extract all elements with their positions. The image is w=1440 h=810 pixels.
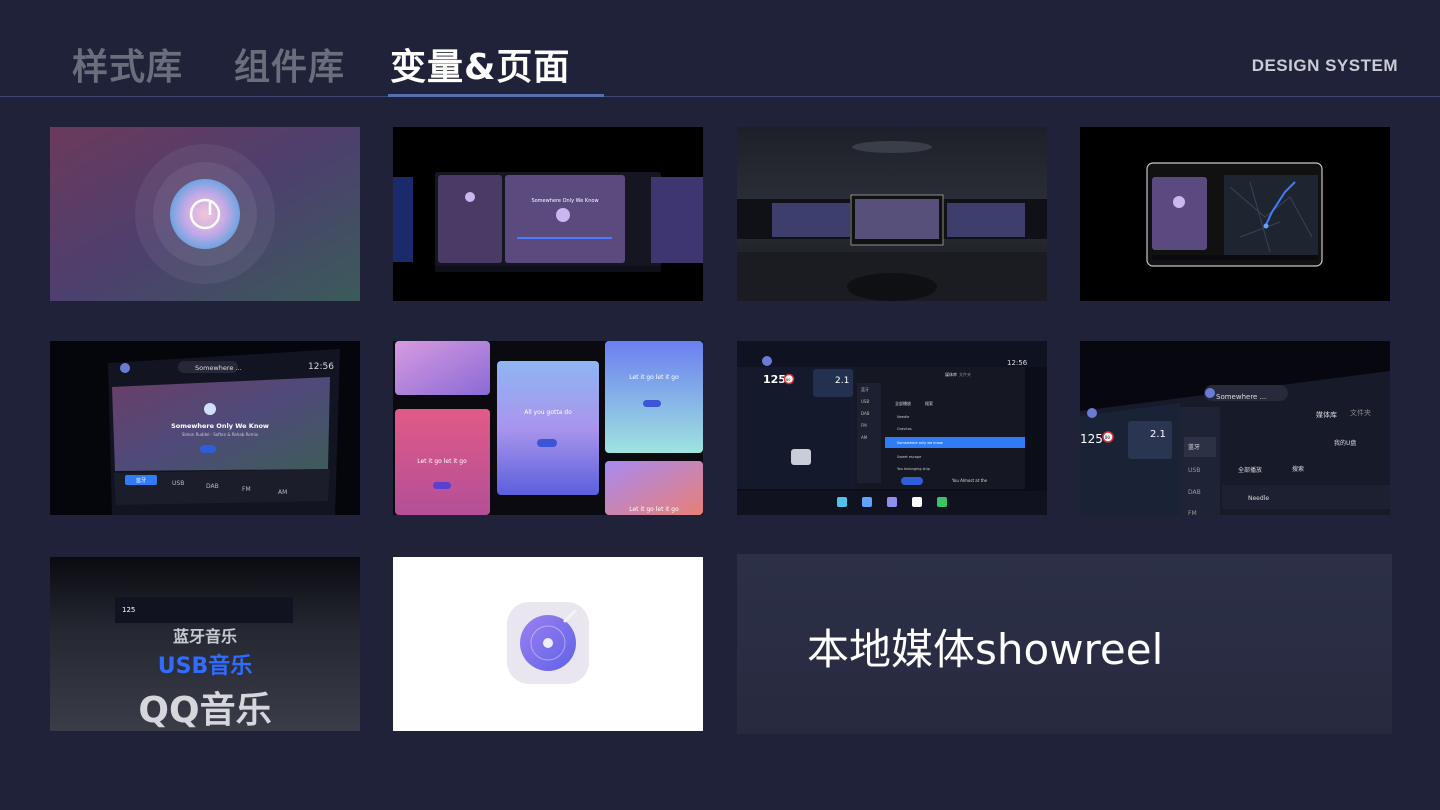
menu-fm: FM: [1188, 510, 1197, 515]
assistant-icon: [120, 363, 130, 373]
menu-dab: DAB: [1188, 489, 1201, 496]
clock: 12:56: [308, 362, 334, 372]
now-playing: You Almost at the: [951, 478, 988, 483]
speed: 125: [763, 373, 786, 386]
lyric-right-bottom: Let it go let it go: [629, 506, 679, 513]
song-title: Somewhere Only We Know: [531, 198, 598, 204]
thumbnail-hmi-perspective[interactable]: Somewhere ... 125 80 2.1 蓝牙 USB DAB FM 媒…: [1080, 341, 1390, 515]
thumbnail-3d-text[interactable]: 125 蓝牙音乐 USB音乐 QQ音乐: [50, 557, 360, 731]
top-bar: 样式库 组件库 变量&页面 DESIGN SYSTEM: [0, 0, 1440, 97]
car-interior-illustration: [737, 127, 1047, 301]
my-usb-disk: 我的U盘: [1334, 439, 1356, 447]
menu-bluetooth: 蓝牙: [1188, 443, 1200, 451]
play-all: 全部播放: [1238, 466, 1262, 474]
thumbnail-hmi-media-list[interactable]: 12:56 125 80 2.1 蓝牙 USB DAB FM AM 媒体库 文件…: [737, 341, 1047, 515]
source-fm: FM: [242, 486, 251, 493]
tab-style-library[interactable]: 样式库: [72, 38, 183, 90]
tab-component-library[interactable]: 组件库: [234, 38, 345, 90]
lyric-left: Let it go let it go: [417, 458, 467, 465]
menu-fm: FM: [861, 423, 867, 428]
three-screens-illustration: Somewhere Only We Know: [393, 127, 703, 301]
showreel-title: 本地媒体showreel: [807, 625, 1164, 674]
hmi-media-list-illustration: 12:56 125 80 2.1 蓝牙 USB DAB FM AM 媒体库 文件…: [737, 341, 1047, 515]
thumbnail-car-interior[interactable]: [737, 127, 1047, 301]
menu-bluetooth: 蓝牙: [861, 386, 869, 392]
tab-folder: 文件夹: [1350, 408, 1371, 417]
search: 搜索: [925, 400, 933, 406]
artist-name: Simon Ruddel · Soften & Rehab Remix: [182, 432, 259, 437]
menu-am: AM: [861, 435, 868, 440]
text-qq-music: QQ音乐: [138, 690, 271, 731]
tablet-map-illustration: [1080, 127, 1390, 301]
tab-media: 媒体库: [945, 371, 957, 377]
track-1: Needle: [897, 415, 909, 419]
media-player-illustration: Somewhere ... 12:56 Somewhere Only We Kn…: [50, 341, 360, 515]
text-usb-music: USB音乐: [158, 653, 252, 679]
active-tab-indicator: [388, 94, 604, 97]
track-3: Somewhere only we know: [897, 441, 943, 445]
nav-distance: 2.1: [835, 376, 849, 386]
thumbnail-app-icon[interactable]: [393, 557, 703, 731]
brand-label: DESIGN SYSTEM: [1251, 56, 1398, 75]
thumbnail-three-screens[interactable]: Somewhere Only We Know: [393, 127, 703, 301]
thumbnail-tablet-map[interactable]: [1080, 127, 1390, 301]
speed-limit: 80: [786, 378, 790, 382]
source-dab: DAB: [206, 483, 219, 490]
tab-folder: 文件夹: [959, 371, 971, 377]
mini-song-title: Somewhere ...: [1216, 393, 1266, 401]
music-gradient-illustration: [50, 127, 360, 301]
thumbnail-lyric-cards[interactable]: Let it go let it go All you gotta do Let…: [393, 341, 703, 515]
text-bluetooth-music: 蓝牙音乐: [173, 627, 237, 646]
tab-media: 媒体库: [1316, 410, 1337, 419]
mini-song-title: Somewhere ...: [195, 364, 242, 372]
clock: 12:56: [1007, 359, 1028, 367]
track-2: Gravitas: [897, 427, 912, 431]
lyric-cards-illustration: Let it go let it go All you gotta do Let…: [393, 341, 703, 515]
track-4: Sweet escape: [897, 455, 921, 459]
thumbnail-music-icon-gradient[interactable]: [50, 127, 360, 301]
app-icon-illustration: [393, 557, 703, 731]
header-divider: [0, 96, 1440, 97]
tab-variables-pages[interactable]: 变量&页面: [390, 38, 570, 90]
thumbnail-media-player-tilted[interactable]: Somewhere ... 12:56 Somewhere Only We Kn…: [50, 341, 360, 515]
track-5: You belonging ship: [897, 467, 931, 471]
source-bluetooth: 蓝牙: [136, 477, 146, 484]
track-1: Needle: [1248, 495, 1269, 502]
menu-usb: USB: [1188, 467, 1200, 474]
search: 搜索: [1292, 465, 1304, 473]
hmi-perspective-illustration: Somewhere ... 125 80 2.1 蓝牙 USB DAB FM 媒…: [1080, 341, 1390, 515]
source-am: AM: [278, 489, 287, 496]
menu-usb: USB: [861, 399, 869, 404]
speed: 125: [1080, 432, 1103, 446]
showreel-card[interactable]: 本地媒体showreel: [737, 554, 1392, 734]
3d-text-illustration: 125 蓝牙音乐 USB音乐 QQ音乐: [50, 557, 360, 731]
menu-dab: DAB: [861, 411, 870, 416]
song-title: Somewhere Only We Know: [171, 422, 269, 430]
speed-limit: 80: [1105, 435, 1111, 440]
lyric-center: All you gotta do: [524, 409, 572, 416]
source-usb: USB: [172, 480, 184, 487]
lyric-right-top: Let it go let it go: [629, 374, 679, 381]
speed: 125: [122, 606, 135, 614]
nav-distance: 2.1: [1150, 429, 1166, 440]
play-all: 全部播放: [895, 400, 911, 406]
